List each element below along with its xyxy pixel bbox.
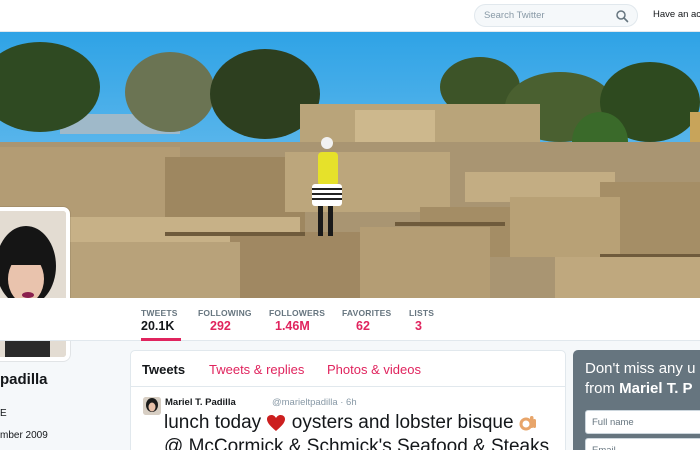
tweet-text-part1: lunch today (164, 412, 262, 433)
tweet-text-line2: @ McCormick & Schmick's Seafood & Steaks (164, 436, 550, 450)
stat-value: 62 (356, 319, 370, 333)
profile-stats-nav: TWEETS 20.1K FOLLOWING 292 FOLLOWERS 1.4… (0, 298, 700, 341)
stat-label: LISTS (409, 308, 435, 318)
timeline-panel: Tweets Tweets & replies Photos & videos … (130, 350, 566, 450)
stat-value: 1.46M (275, 319, 310, 333)
stat-value: 292 (210, 319, 231, 333)
timeline-tabs: Tweets Tweets & replies Photos & videos (131, 351, 565, 387)
stat-lists[interactable]: LISTS 3 (409, 298, 435, 341)
signup-from-text: from (585, 380, 615, 397)
stat-value: 3 (415, 319, 422, 333)
profile-join-date: mber 2009 (0, 430, 48, 441)
stat-label: FOLLOWING (198, 308, 252, 318)
stat-favorites[interactable]: FAVORITES 62 (342, 298, 392, 341)
heart-icon (267, 414, 286, 431)
tweet-avatar[interactable] (143, 397, 161, 415)
banner-scene (0, 32, 700, 298)
tab-tweets[interactable]: Tweets (142, 362, 185, 377)
stat-value: 20.1K (141, 319, 175, 333)
stat-tweets[interactable]: TWEETS 20.1K (141, 298, 181, 341)
profile-partial-text: E (0, 408, 7, 419)
signup-heading-line1: Don't miss any u (585, 360, 696, 377)
search-input[interactable] (475, 5, 605, 26)
tweet-text: lunch today oysters and lobster bisque @… (164, 411, 564, 450)
stat-label: FAVORITES (342, 308, 392, 318)
tweet-avatar-image (143, 397, 161, 415)
signup-heading-line2: from Mariel T. P (585, 380, 693, 397)
profile-banner-image (0, 32, 700, 298)
tweet-handle-time[interactable]: @marieltpadilla · 6h (272, 397, 357, 408)
stat-label: TWEETS (141, 308, 178, 318)
stat-label: FOLLOWERS (269, 308, 326, 318)
stat-following[interactable]: FOLLOWING 292 (198, 298, 252, 341)
signup-profile-name: Mariel T. P (619, 380, 693, 397)
top-navigation-bar: Have an acc (0, 0, 700, 32)
tweet-text-part2: oysters and lobster bisque (291, 412, 514, 433)
tweet-author[interactable]: Mariel T. Padilla (165, 397, 236, 408)
have-account-link[interactable]: Have an acc (653, 9, 700, 20)
active-tab-indicator (141, 338, 181, 341)
tab-tweets-replies[interactable]: Tweets & replies (209, 362, 304, 377)
search-icon[interactable] (615, 9, 629, 23)
tab-photos-videos[interactable]: Photos & videos (327, 362, 421, 377)
fullname-field[interactable] (585, 410, 700, 434)
profile-name: padilla (0, 371, 48, 388)
email-field[interactable] (585, 438, 700, 450)
stat-followers[interactable]: FOLLOWERS 1.46M (269, 298, 325, 341)
ok-hand-icon (519, 415, 536, 431)
search-box[interactable] (474, 4, 638, 27)
signup-box: Don't miss any u from Mariel T. P (573, 350, 700, 450)
